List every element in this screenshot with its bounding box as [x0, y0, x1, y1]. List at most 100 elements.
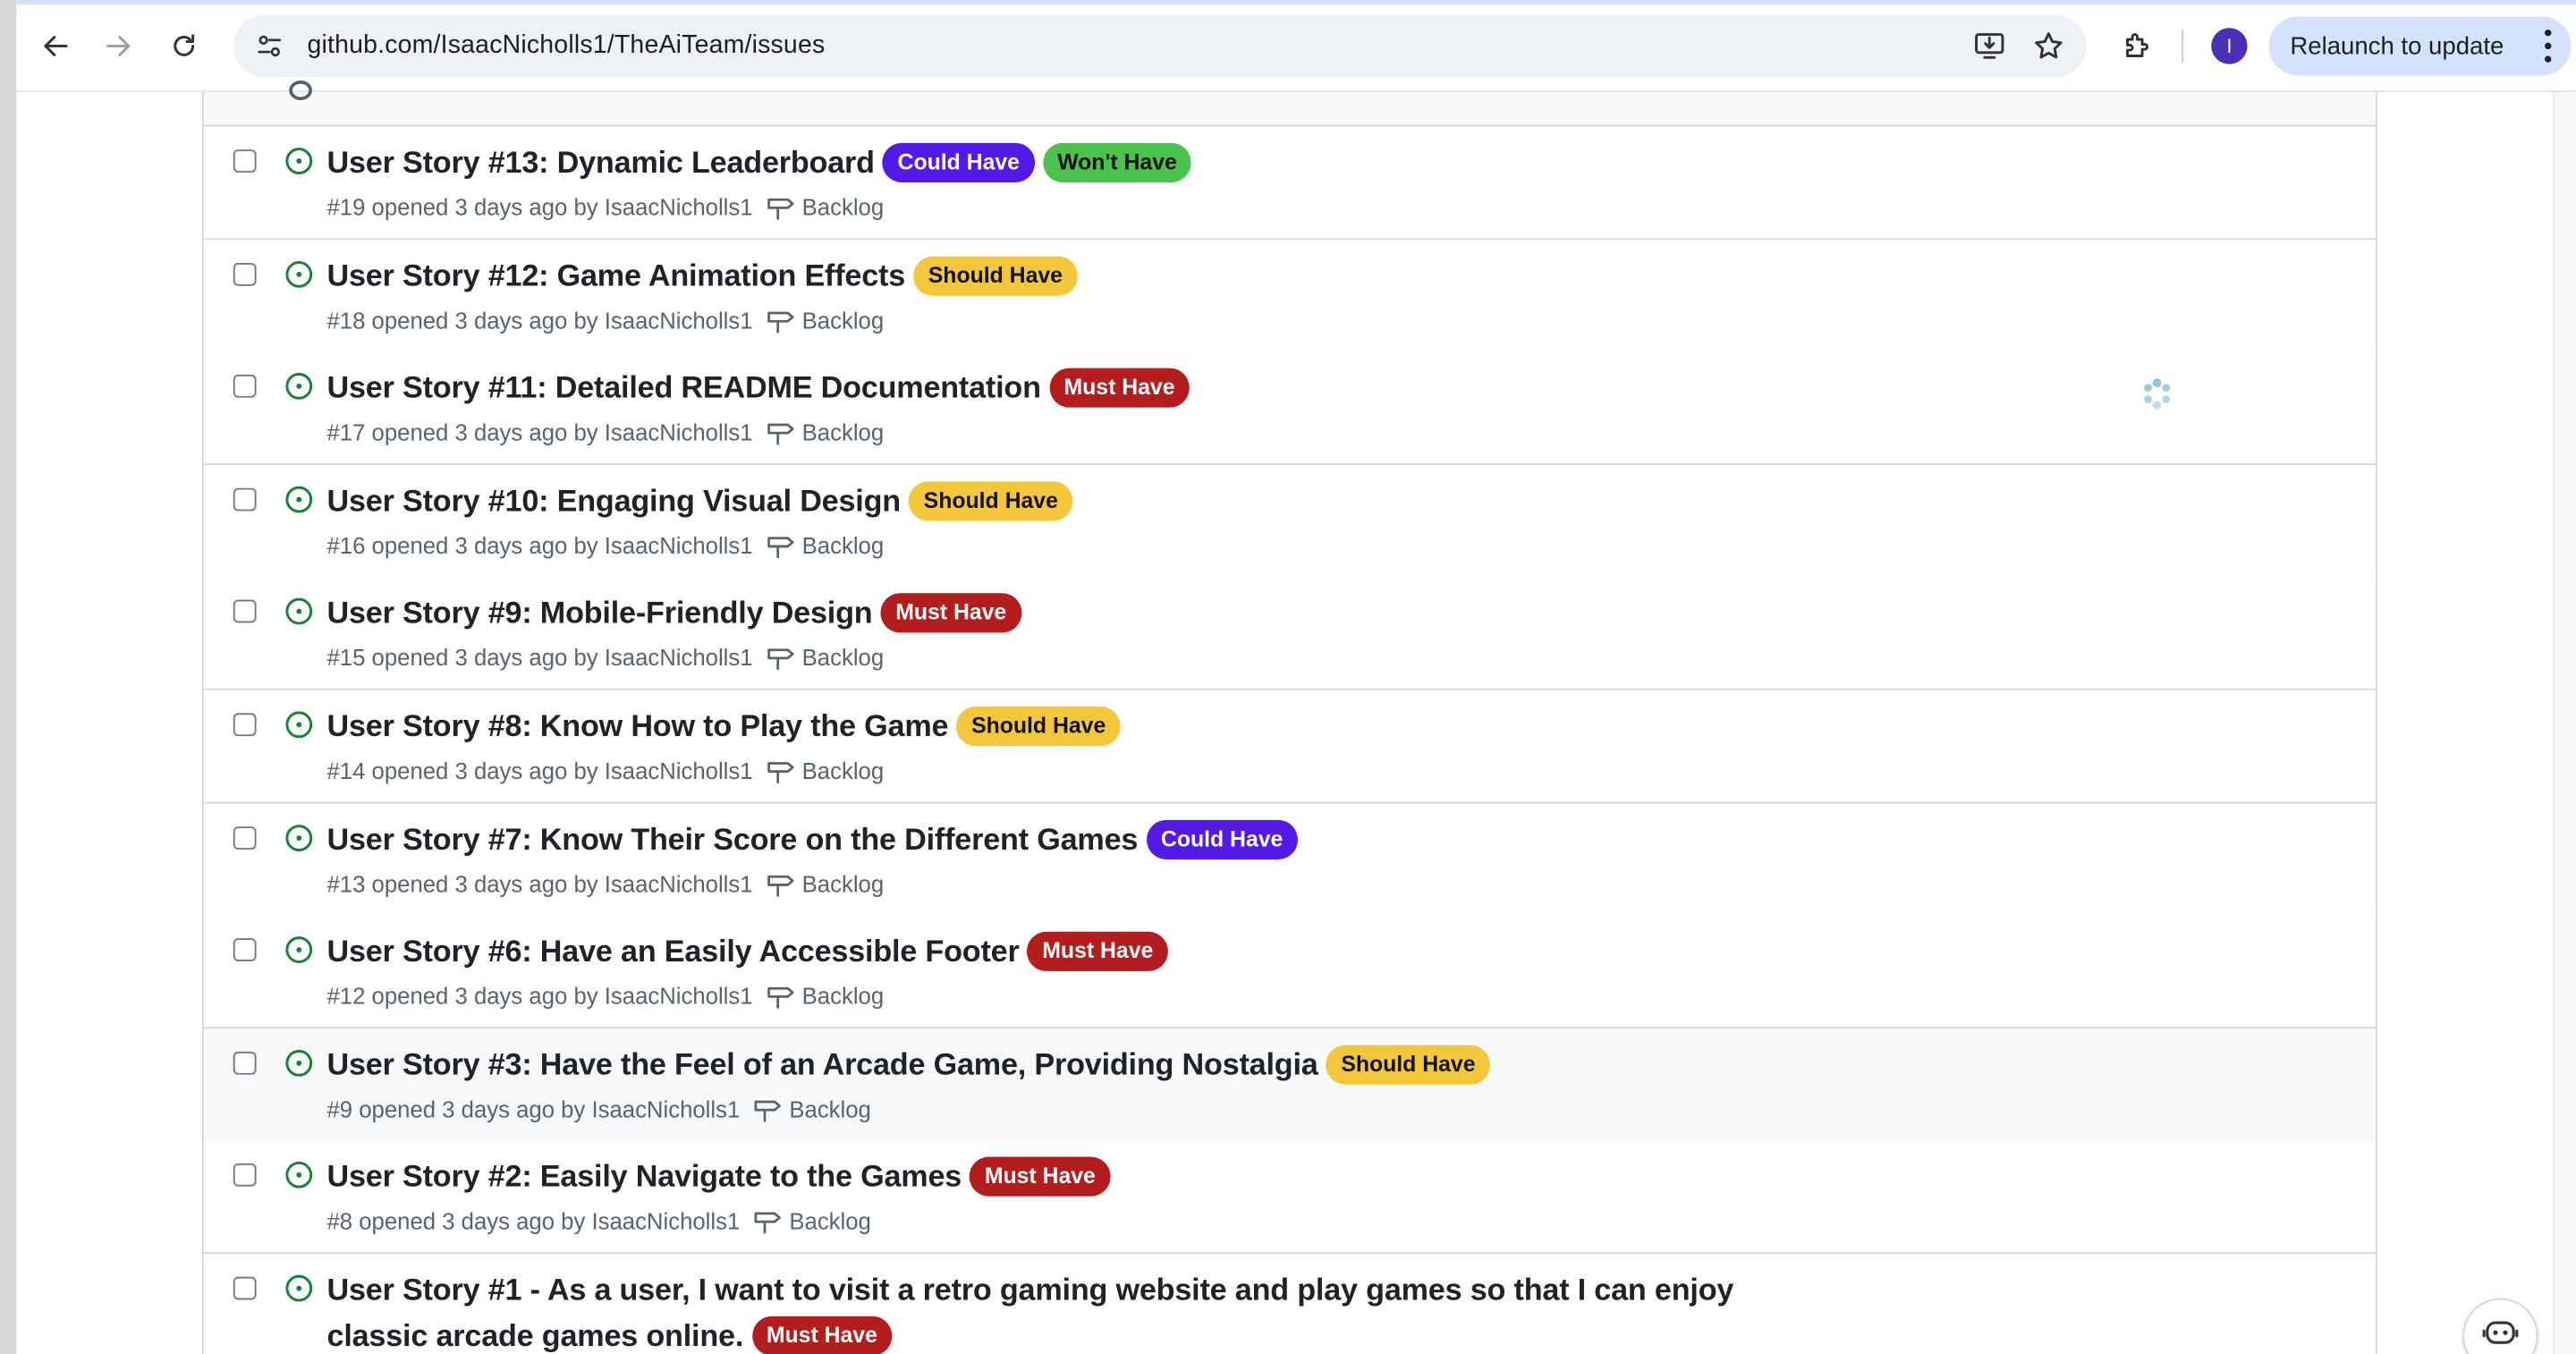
issue-title-link[interactable]: User Story #6: Have an Easily Accessible…	[327, 934, 1020, 969]
relaunch-button[interactable]: Relaunch to update	[2268, 16, 2572, 76]
issue-opened-text: opened 3 days ago by	[371, 193, 598, 221]
issue-milestone-link[interactable]: Backlog	[766, 645, 884, 671]
extensions-icon[interactable]	[2118, 26, 2157, 65]
issue-milestone-link[interactable]: Backlog	[766, 870, 884, 896]
milestone-icon	[755, 1213, 782, 1235]
issue-number: #13	[326, 870, 366, 897]
issue-title-link[interactable]: User Story #10: Engaging Visual Design	[327, 483, 902, 519]
more-menu-icon[interactable]	[2545, 30, 2552, 63]
label-should[interactable]: Should Have	[956, 707, 1121, 747]
issue-title-link[interactable]: User Story #9: Mobile-Friendly Design	[327, 596, 873, 631]
issue-row[interactable]: User Story #6: Have an Easily Accessible…	[203, 915, 2376, 1029]
issue-row[interactable]: User Story #10: Engaging Visual Design Sh…	[203, 464, 2376, 579]
issue-title-line: User Story #3: Have the Feel of an Arcad…	[327, 1045, 1491, 1085]
issue-select-checkbox[interactable]	[233, 1164, 257, 1188]
issue-opened-text: opened 3 days ago by	[371, 757, 598, 784]
open-issue-icon	[285, 1274, 313, 1302]
label-should[interactable]: Should Have	[909, 480, 1073, 521]
issue-author-link[interactable]: IsaacNicholls1	[605, 194, 753, 220]
issue-number: #19	[326, 193, 366, 221]
issue-author-link[interactable]: IsaacNicholls1	[591, 1208, 740, 1234]
label-wont[interactable]: Won't Have	[1042, 142, 1192, 182]
issue-row[interactable]: User Story #1 - As a user, I want to vis…	[203, 1253, 2376, 1354]
issue-author-link[interactable]: IsaacNicholls1	[605, 419, 753, 445]
issue-milestone-link[interactable]: Backlog	[766, 307, 884, 333]
milestone-label: Backlog	[801, 419, 885, 446]
issue-title-link[interactable]: User Story #13: Dynamic Leaderboard	[327, 145, 876, 181]
issue-title-link[interactable]: User Story #12: Game Animation Effects	[327, 258, 906, 293]
label-must[interactable]: Must Have	[751, 1316, 893, 1354]
issue-title-line: User Story #8: Know How to Play the Game…	[327, 707, 1121, 747]
issue-select-checkbox[interactable]	[233, 262, 257, 285]
copilot-icon[interactable]	[2462, 1298, 2538, 1354]
issue-row[interactable]: User Story #2: Easily Navigate to the Ga…	[203, 1140, 2376, 1255]
url-text[interactable]: github.com/IsaacNicholls1/TheAiTeam/issu…	[307, 31, 825, 61]
issue-milestone-link[interactable]: Backlog	[753, 1208, 871, 1235]
issue-opened-text: opened 3 days ago by	[371, 531, 598, 559]
label-must[interactable]: Must Have	[970, 1157, 1111, 1197]
issue-title-link[interactable]: User Story #2: Easily Navigate to the Ga…	[327, 1159, 962, 1195]
issue-select-checkbox[interactable]	[233, 825, 257, 850]
issue-number: #17	[326, 419, 366, 446]
label-must[interactable]: Must Have	[880, 594, 1021, 634]
issue-author-link[interactable]: IsaacNicholls1	[591, 1096, 740, 1121]
issue-milestone-link[interactable]: Backlog	[766, 983, 884, 1010]
issue-row[interactable]: User Story #7: Know Their Score on the D…	[203, 802, 2376, 917]
issue-meta: #12 opened 3 days ago by IsaacNicholls1 B…	[327, 983, 885, 1009]
browser-toolbar: github.com/IsaacNicholls1/TheAiTeam/issu…	[16, 0, 2576, 92]
label-could[interactable]: Could Have	[883, 142, 1035, 182]
issue-select-checkbox[interactable]	[233, 1051, 257, 1075]
issue-number: #15	[326, 644, 366, 672]
issue-select-checkbox[interactable]	[233, 487, 257, 512]
issue-select-checkbox[interactable]	[233, 375, 257, 398]
header-icon	[289, 80, 312, 101]
issue-author-link[interactable]: IsaacNicholls1	[605, 532, 753, 558]
milestone-label: Backlog	[789, 1208, 871, 1235]
issue-author-link[interactable]: IsaacNicholls1	[605, 307, 753, 333]
label-must[interactable]: Must Have	[1048, 368, 1191, 409]
issue-select-checkbox[interactable]	[233, 149, 257, 173]
issue-row[interactable]: User Story #3: Have the Feel of an Arcad…	[203, 1028, 2376, 1142]
open-issue-icon	[285, 936, 313, 964]
issue-title-link[interactable]: User Story #7: Know Their Score on the D…	[327, 821, 1139, 857]
issue-author-link[interactable]: IsaacNicholls1	[605, 645, 753, 671]
issue-select-checkbox[interactable]	[233, 713, 257, 737]
issue-title-line: User Story #10: Engaging Visual Design Sh…	[327, 480, 1073, 521]
issue-select-checkbox[interactable]	[233, 1276, 257, 1300]
bookmark-star-icon[interactable]	[2030, 28, 2066, 63]
issue-title-line: User Story #12: Game Animation Effects Sh…	[327, 255, 1078, 295]
issue-author-link[interactable]: IsaacNicholls1	[605, 757, 753, 783]
issue-author-link[interactable]: IsaacNicholls1	[605, 870, 753, 896]
reload-icon[interactable]	[161, 23, 207, 69]
issue-title-link[interactable]: User Story #1 - As a user, I want to vis…	[327, 1272, 1734, 1352]
page-scrollbar[interactable]	[2553, 91, 2576, 1354]
issue-title-line: User Story #11: Detailed README Document…	[327, 368, 1191, 409]
issue-milestone-link[interactable]: Backlog	[766, 532, 884, 558]
issue-author-link[interactable]: IsaacNicholls1	[605, 983, 753, 1009]
issue-milestone-link[interactable]: Backlog	[766, 419, 884, 445]
issue-milestone-link[interactable]: Backlog	[766, 757, 884, 783]
issue-row[interactable]: User Story #13: Dynamic Leaderboard Could…	[203, 126, 2376, 241]
issue-title-link[interactable]: User Story #8: Know How to Play the Game	[327, 708, 949, 744]
back-arrow-icon[interactable]	[33, 23, 79, 69]
issue-select-checkbox[interactable]	[233, 938, 257, 962]
issue-row[interactable]: User Story #8: Know How to Play the Game…	[203, 690, 2376, 804]
forward-arrow-icon[interactable]	[96, 23, 141, 69]
issue-milestone-link[interactable]: Backlog	[766, 194, 884, 220]
label-must[interactable]: Must Have	[1027, 932, 1168, 972]
issue-row[interactable]: User Story #11: Detailed README Document…	[203, 351, 2376, 466]
issue-row[interactable]: User Story #12: Game Animation Effects Sh…	[203, 239, 2376, 353]
issue-milestone-link[interactable]: Backlog	[753, 1096, 871, 1122]
address-bar[interactable]: github.com/IsaacNicholls1/TheAiTeam/issu…	[233, 14, 2087, 78]
issue-title-link[interactable]: User Story #11: Detailed README Document…	[327, 370, 1041, 406]
issue-title-link[interactable]: User Story #3: Have the Feel of an Arcad…	[327, 1046, 1318, 1082]
label-should[interactable]: Should Have	[913, 255, 1078, 295]
issue-row[interactable]: User Story #9: Mobile-Friendly Design Mus…	[203, 577, 2376, 691]
issue-select-checkbox[interactable]	[233, 600, 257, 624]
install-app-icon[interactable]	[1971, 28, 2007, 63]
milestone-label: Backlog	[801, 644, 885, 672]
label-should[interactable]: Should Have	[1326, 1045, 1491, 1085]
site-info-icon[interactable]	[240, 16, 299, 75]
profile-avatar[interactable]: I	[2211, 28, 2248, 64]
label-could[interactable]: Could Have	[1146, 819, 1298, 859]
